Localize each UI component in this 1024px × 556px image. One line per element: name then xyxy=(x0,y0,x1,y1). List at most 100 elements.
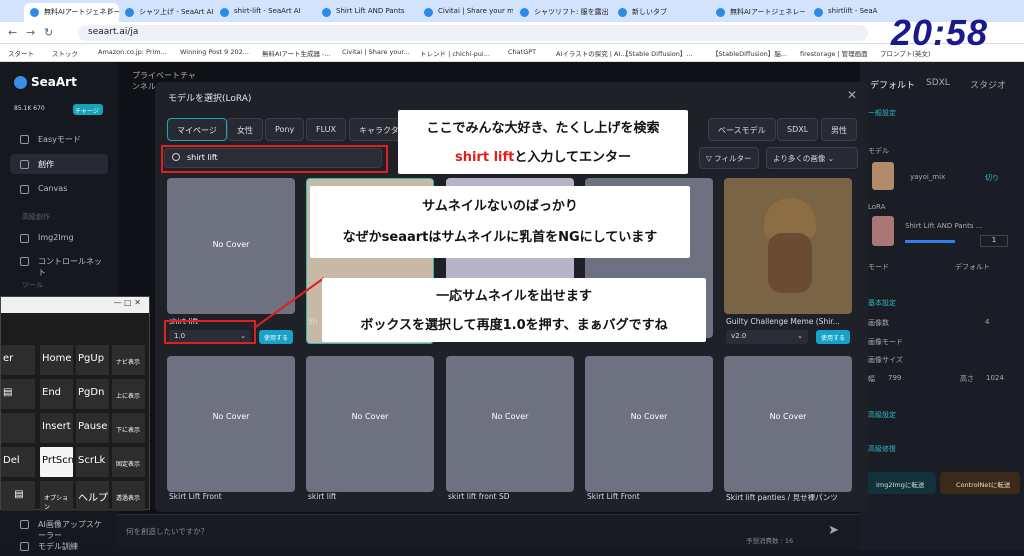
height-value[interactable]: 1024 xyxy=(986,374,1004,382)
key-down[interactable]: 下に表示 xyxy=(112,413,145,443)
lora-thumbnail[interactable] xyxy=(872,216,894,246)
advanced-fix-label: 高級修復 xyxy=(868,445,896,453)
sidebar-item-canvas[interactable]: Canvas xyxy=(10,179,108,199)
bookmark[interactable]: firestorage | 管理画面 xyxy=(800,48,868,58)
general-settings-label: ー般設定 xyxy=(868,109,896,117)
switch-model-button[interactable]: 切り xyxy=(985,173,999,183)
key[interactable] xyxy=(1,413,35,443)
version-select[interactable]: v2.0 ⌄ xyxy=(726,330,808,344)
bookmark[interactable]: 無料AIアート生成器 -... xyxy=(262,48,331,58)
tab-base-model[interactable]: ベースモデル xyxy=(708,118,776,141)
bookmark[interactable]: スタート xyxy=(8,48,34,58)
forward-icon[interactable]: → xyxy=(26,26,35,39)
lora-weight-slider[interactable] xyxy=(905,240,955,243)
tab-default[interactable]: デフォルト xyxy=(870,78,915,91)
model-card[interactable] xyxy=(724,178,852,314)
model-thumbnail[interactable] xyxy=(872,162,894,190)
key-help[interactable]: ヘルプ xyxy=(76,481,109,511)
browser-tab[interactable]: 無料AIアートジェネレーター✕ xyxy=(24,3,119,22)
close-tab-icon[interactable]: ✕ xyxy=(107,6,114,15)
key-insert[interactable]: Insert xyxy=(40,413,73,443)
controlnet-transfer-button[interactable]: ControlNetに転送 xyxy=(940,472,1020,494)
sidebar-item-img2img[interactable]: Img2Img xyxy=(10,228,108,248)
sidebar-item-training[interactable]: モデル訓練 xyxy=(10,536,108,556)
key-pgdn[interactable]: PgDn xyxy=(76,379,109,409)
browser-tab[interactable]: 無料AIアートジェネレーター xyxy=(710,3,805,22)
model-label: モデル xyxy=(868,147,889,155)
image-mode-label: 画像モード xyxy=(868,338,903,346)
sidebar-item-upscaler[interactable]: AI画像アップスケーラー xyxy=(10,514,108,540)
browser-tab[interactable]: Civitai | Share your m xyxy=(418,3,513,22)
key-options[interactable]: オプション xyxy=(40,481,73,511)
model-card[interactable]: No Cover xyxy=(446,356,574,492)
more-images-dropdown[interactable]: より多くの画像 ⌄ xyxy=(766,147,858,169)
sidebar-item-easy[interactable]: Easyモード xyxy=(10,129,108,149)
keyboard-titlebar[interactable]: — □ ✕ xyxy=(1,297,149,313)
bookmark[interactable]: ChatGPT xyxy=(508,48,536,56)
use-button[interactable]: 使用する xyxy=(816,330,850,344)
width-value[interactable]: 799 xyxy=(888,374,901,382)
mode-select[interactable]: デフォルト xyxy=(955,262,990,272)
key-up[interactable]: 上に表示 xyxy=(112,379,145,409)
browser-tab[interactable]: シャツリフト: 服を露出させ xyxy=(514,3,609,22)
modal-title: モデルを選択(LoRA) xyxy=(168,94,252,104)
key-del[interactable]: Del xyxy=(1,447,35,477)
bookmark[interactable]: トレンド | chichi-pui... xyxy=(420,48,490,58)
height-label: 高さ xyxy=(960,375,974,383)
bookmark[interactable]: Winning Post 9 202... xyxy=(180,48,249,56)
reload-icon[interactable]: ↻ xyxy=(44,26,53,39)
tab-sdxl[interactable]: SDXL xyxy=(777,118,819,141)
image-count-value[interactable]: 4 xyxy=(985,318,989,326)
key[interactable]: er xyxy=(1,345,35,375)
key-end[interactable]: End xyxy=(40,379,73,409)
key-scrlk[interactable]: ScrLk xyxy=(76,447,109,477)
sidebar-item-create[interactable]: 創作 xyxy=(10,154,108,174)
globe-icon xyxy=(618,8,627,17)
img2img-transfer-button[interactable]: Img2Imgに転送 xyxy=(866,472,936,494)
key-home[interactable]: Home xyxy=(40,345,73,375)
bookmark[interactable]: Civitai | Share your... xyxy=(342,48,410,56)
browser-tab[interactable]: shirt-lift - SeaArt AI xyxy=(214,3,309,22)
back-icon[interactable]: ← xyxy=(8,26,17,39)
url-field[interactable]: seaart.ai/ja xyxy=(78,25,868,41)
tab-studio[interactable]: スタジオ xyxy=(970,78,1006,91)
model-card[interactable]: No Cover xyxy=(306,356,434,492)
key-nav[interactable]: ナビ表示 xyxy=(112,345,145,375)
tab-female[interactable]: 女性 xyxy=(227,118,263,141)
tab-sdxl[interactable]: SDXL xyxy=(926,78,950,88)
tab-male[interactable]: 男性 xyxy=(821,118,857,141)
key-pgup[interactable]: PgUp xyxy=(76,345,109,375)
bookmark[interactable]: AIイラストの探究 | AI... xyxy=(556,48,627,58)
filter-dropdown[interactable]: ▽ フィルター xyxy=(699,147,759,169)
tab-flux[interactable]: FLUX xyxy=(306,118,346,141)
bookmark[interactable]: ストック xyxy=(52,48,78,58)
sidebar-item-controlnet[interactable]: コントロールネット xyxy=(10,251,108,277)
annotation-arrow-line xyxy=(253,277,325,329)
bookmark[interactable]: 【StableDiffusion】脳... xyxy=(712,48,787,58)
bookmark[interactable]: 【Stable Diffusion】... xyxy=(622,48,693,58)
key[interactable]: ▤ xyxy=(1,379,35,409)
browser-tab[interactable]: shirtlift - SeaArt AI M xyxy=(808,3,878,22)
browser-tab[interactable]: シャツ上げ - SeaArt AI xyxy=(119,3,214,22)
browser-tab[interactable]: Shirt Lift AND Pants xyxy=(316,3,411,22)
bookmark[interactable]: Amazon.co.jp: Prim... xyxy=(98,48,167,56)
prompt-input[interactable]: 何を創造したいですか？ xyxy=(126,526,208,537)
model-card[interactable]: No Cover xyxy=(167,356,295,492)
model-card[interactable]: No Cover xyxy=(724,356,852,492)
browser-tab[interactable]: 新しいタブ xyxy=(612,3,707,22)
lora-weight-value[interactable]: 1 xyxy=(980,235,1008,247)
sidebar-brand[interactable]: SeaArt xyxy=(14,75,77,89)
key-pause[interactable]: Pause xyxy=(76,413,109,443)
charge-button[interactable]: チャージ xyxy=(73,104,103,115)
key-fade[interactable]: 透過表示 xyxy=(112,481,145,511)
key-dock[interactable]: 固定表示 xyxy=(112,447,145,477)
key-menu[interactable]: ▤ xyxy=(1,481,35,511)
seaart-favicon-icon xyxy=(814,8,823,17)
tab-my-page[interactable]: マイページ xyxy=(167,118,227,141)
close-icon[interactable]: ✕ xyxy=(847,88,857,102)
tab-pony[interactable]: Pony xyxy=(265,118,305,141)
send-icon[interactable]: ➤ xyxy=(828,523,839,538)
key-prtscn[interactable]: PrtScn xyxy=(40,447,74,477)
width-label: 幅 xyxy=(868,375,875,383)
model-card[interactable]: No Cover xyxy=(585,356,713,492)
